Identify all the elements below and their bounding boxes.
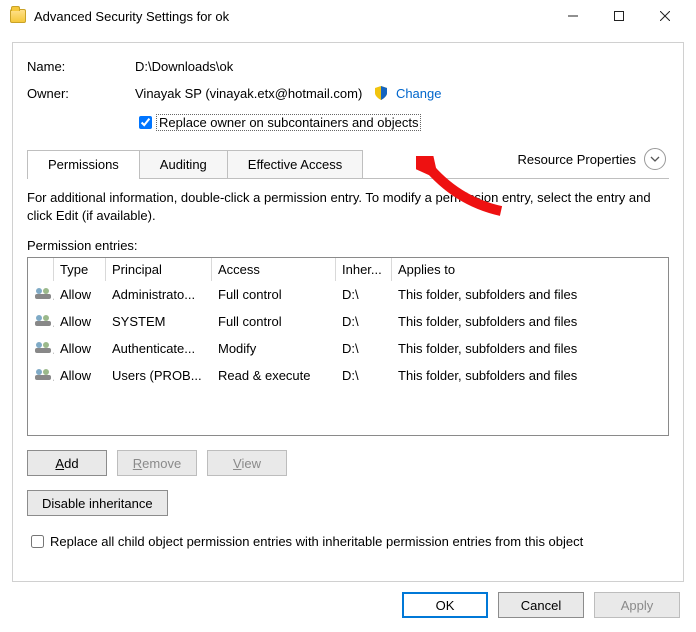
info-text: For additional information, double-click… [27,189,669,224]
chevron-down-icon [644,148,666,170]
apply-button[interactable]: Apply [594,592,680,618]
cell-principal: Authenticate... [106,338,212,359]
permission-entries-label: Permission entries: [27,238,669,253]
disable-inheritance-button[interactable]: Disable inheritance [27,490,168,516]
cell-applies: This folder, subfolders and files [392,284,668,305]
cell-access: Full control [212,311,336,332]
table-row[interactable]: AllowUsers (PROB...Read & executeD:\This… [28,362,668,389]
view-button[interactable]: View [207,450,287,476]
replace-all-checkbox[interactable] [31,535,44,548]
cell-inherited: D:\ [336,338,392,359]
name-label: Name: [27,59,135,74]
minimize-button[interactable] [550,1,596,31]
shield-icon [374,86,388,100]
table-row[interactable]: AllowAdministrato...Full controlD:\This … [28,281,668,308]
cell-access: Read & execute [212,365,336,386]
col-access[interactable]: Access [212,258,336,281]
maximize-button[interactable] [596,1,642,31]
cell-applies: This folder, subfolders and files [392,338,668,359]
cell-type: Allow [54,338,106,359]
users-icon [34,286,52,300]
remove-button[interactable]: Remove [117,450,197,476]
cell-principal: Administrato... [106,284,212,305]
titlebar: Advanced Security Settings for ok [0,0,696,32]
tab-permissions[interactable]: Permissions [27,150,140,179]
owner-label: Owner: [27,86,135,101]
resource-properties-toggle[interactable]: Resource Properties [518,148,667,170]
users-icon [34,313,52,327]
cell-applies: This folder, subfolders and files [392,365,668,386]
table-row[interactable]: AllowSYSTEMFull controlD:\This folder, s… [28,308,668,335]
cell-applies: This folder, subfolders and files [392,311,668,332]
change-owner-link[interactable]: Change [374,86,441,101]
cell-inherited: D:\ [336,365,392,386]
cell-inherited: D:\ [336,284,392,305]
cancel-button[interactable]: Cancel [498,592,584,618]
col-icon[interactable] [28,258,54,281]
folder-icon [10,9,26,23]
cell-access: Modify [212,338,336,359]
cell-type: Allow [54,284,106,305]
cell-principal: SYSTEM [106,311,212,332]
owner-value: Vinayak SP (vinayak.etx@hotmail.com) [135,86,362,101]
add-button[interactable]: Add [27,450,107,476]
window-title: Advanced Security Settings for ok [34,9,550,24]
change-link-text: Change [396,86,442,101]
replace-owner-label[interactable]: Replace owner on subcontainers and objec… [156,114,421,131]
main-panel: Name: D:\Downloads\ok Owner: Vinayak SP … [12,42,684,582]
col-applies[interactable]: Applies to [392,258,668,281]
replace-all-label[interactable]: Replace all child object permission entr… [50,534,583,549]
users-icon [34,367,52,381]
ok-button[interactable]: OK [402,592,488,618]
col-inherited[interactable]: Inher... [336,258,392,281]
cell-access: Full control [212,284,336,305]
tab-auditing[interactable]: Auditing [139,150,228,179]
table-row[interactable]: AllowAuthenticate...ModifyD:\This folder… [28,335,668,362]
cell-principal: Users (PROB... [106,365,212,386]
cell-type: Allow [54,365,106,386]
name-value: D:\Downloads\ok [135,59,233,74]
col-type[interactable]: Type [54,258,106,281]
close-button[interactable] [642,1,688,31]
col-principal[interactable]: Principal [106,258,212,281]
window: Advanced Security Settings for ok Name: … [0,0,696,632]
tab-effective-access[interactable]: Effective Access [227,150,363,179]
replace-owner-checkbox[interactable] [139,116,152,129]
cell-type: Allow [54,311,106,332]
resource-properties-label: Resource Properties [518,152,637,167]
users-icon [34,340,52,354]
permission-entries-table: Type Principal Access Inher... Applies t… [27,257,669,436]
cell-inherited: D:\ [336,311,392,332]
